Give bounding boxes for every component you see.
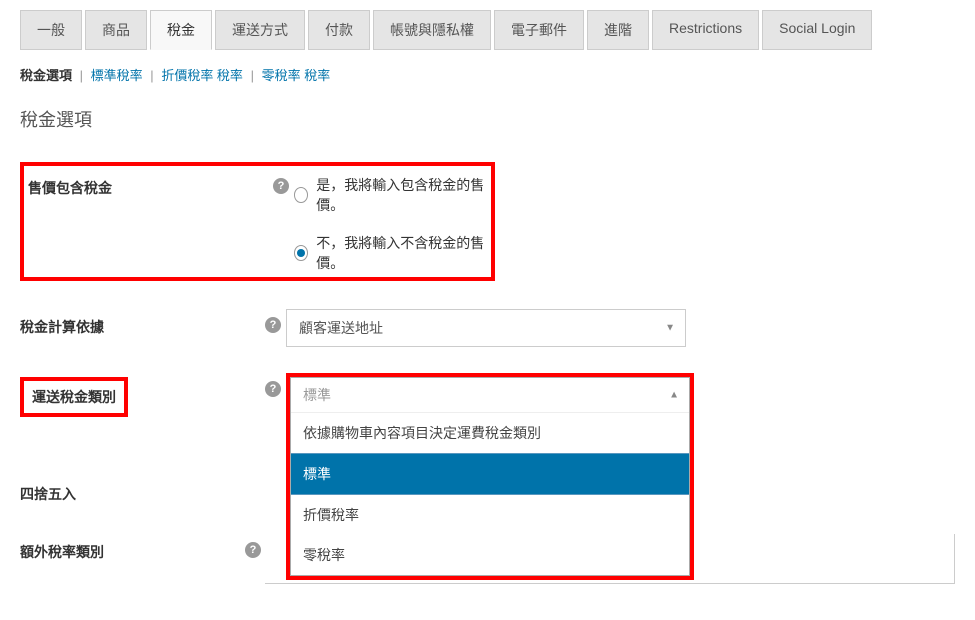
dropdown-option[interactable]: 依據購物車內容項目決定運費稅金類別 — [291, 413, 689, 453]
tab-social-login[interactable]: Social Login — [762, 10, 872, 50]
radio-icon — [294, 245, 308, 261]
tab-restrictions[interactable]: Restrictions — [652, 10, 759, 50]
select-shipping-tax-class[interactable]: 標準 ▲ 依據購物車內容項目決定運費稅金類別 標準 折價稅率 零稅率 — [290, 377, 690, 576]
radio-icon — [294, 187, 308, 203]
chevron-up-icon: ▲ — [669, 390, 679, 401]
select-value: 顧客運送地址 — [299, 320, 383, 336]
section-title: 稅金選項 — [20, 106, 955, 132]
help-icon[interactable]: ? — [273, 178, 289, 194]
tab-products[interactable]: 商品 — [85, 10, 147, 50]
tab-shipping[interactable]: 運送方式 — [215, 10, 305, 50]
tab-payments[interactable]: 付款 — [308, 10, 370, 50]
tab-emails[interactable]: 電子郵件 — [494, 10, 584, 50]
select-current-value: 標準 — [303, 387, 331, 403]
settings-tabs: 一般 商品 稅金 運送方式 付款 帳號與隱私權 電子郵件 進階 Restrict… — [20, 10, 955, 50]
radio-tax-yes[interactable]: 是，我將輸入包含稅金的售價。 — [294, 175, 487, 215]
tab-tax[interactable]: 稅金 — [150, 10, 212, 50]
select-calc-basis[interactable]: 顧客運送地址 ▼ — [286, 309, 686, 347]
dropdown-option-selected[interactable]: 標準 — [291, 453, 689, 495]
tax-subsections: 稅金選項 | 標準稅率 | 折價稅率 稅率 | 零稅率 稅率 — [20, 65, 955, 84]
subsection-reduced-rate[interactable]: 折價稅率 稅率 — [161, 68, 243, 83]
radio-tax-no[interactable]: 不，我將輸入不含稅金的售價。 — [294, 233, 487, 273]
subsection-zero-rate[interactable]: 零稅率 稅率 — [262, 68, 331, 83]
tab-advanced[interactable]: 進階 — [587, 10, 649, 50]
label-calc-basis: 稅金計算依據 — [20, 309, 260, 337]
subsection-current: 稅金選項 — [20, 68, 72, 83]
subsection-standard-rate[interactable]: 標準稅率 — [91, 68, 143, 83]
dropdown-options: 依據購物車內容項目決定運費稅金類別 標準 折價稅率 零稅率 — [291, 412, 689, 575]
radio-label-yes: 是，我將輸入包含稅金的售價。 — [316, 175, 487, 215]
radio-label-no: 不，我將輸入不含稅金的售價。 — [316, 233, 487, 273]
label-shipping-tax-class: 運送稅金類別 — [20, 377, 128, 417]
dropdown-option[interactable]: 折價稅率 — [291, 495, 689, 535]
chevron-down-icon: ▼ — [665, 323, 675, 334]
dropdown-option[interactable]: 零稅率 — [291, 535, 689, 575]
help-icon[interactable]: ? — [265, 317, 281, 333]
help-icon[interactable]: ? — [265, 381, 281, 397]
tab-general[interactable]: 一般 — [20, 10, 82, 50]
tab-accounts[interactable]: 帳號與隱私權 — [373, 10, 491, 50]
help-icon[interactable]: ? — [245, 542, 261, 558]
label-additional-classes: 額外稅率類別 — [20, 534, 241, 562]
label-price-with-tax: 售價包含稅金 — [28, 170, 268, 198]
